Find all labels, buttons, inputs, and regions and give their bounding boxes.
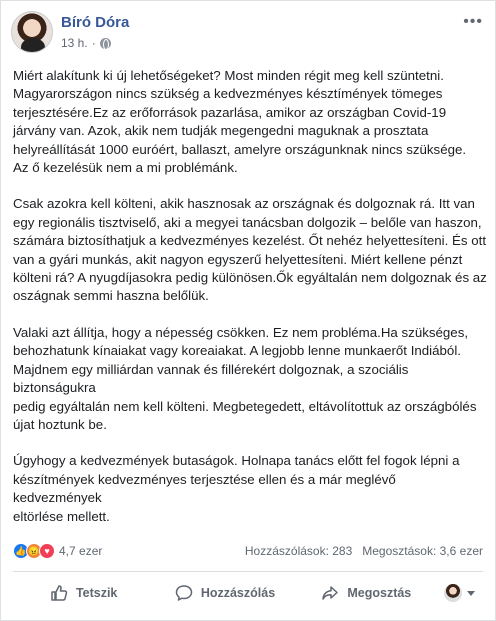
ellipsis-icon[interactable]: ••• (463, 13, 483, 31)
comment-label: Hozzászólás (200, 586, 276, 600)
comment-button[interactable]: Hozzászólás (154, 577, 295, 609)
shares-count[interactable]: Megosztások: 3,6 ezer (362, 544, 483, 558)
post-paragraph-2: Csak azokra kell költeni, akik hasznosak… (13, 196, 487, 304)
chevron-down-icon (467, 590, 476, 596)
action-bar: Tetszik Hozzászólás Megosztás (13, 575, 483, 611)
post-card: Bíró Dóra 13 h. · ••• Miért alakítunk ki… (0, 0, 496, 621)
share-button[interactable]: Megosztás (296, 577, 437, 609)
share-icon (322, 586, 339, 600)
post-paragraph-4: Úgyhogy a kedvezmények butaságok. Holnap… (13, 453, 460, 524)
post-time[interactable]: 13 h. (61, 36, 88, 50)
author-avatar[interactable] (11, 11, 53, 53)
stats-right: Hozzászólások: 283 Megosztások: 3,6 ezer (245, 544, 483, 558)
sep-dot: · (91, 36, 96, 50)
post-stats: 👍 😠 ♥ 4,7 ezer Hozzászólások: 283 Megosz… (13, 540, 483, 562)
share-label: Megosztás (347, 586, 412, 600)
post-paragraph-3: Valaki azt állítja, hogy a népesség csök… (13, 324, 477, 432)
post-meta: 13 h. · (61, 36, 111, 50)
author-name[interactable]: Bíró Dóra (61, 14, 129, 31)
thumbs-up-icon (51, 585, 68, 601)
comments-count[interactable]: Hozzászólások: 283 (245, 544, 352, 558)
comment-icon (175, 585, 193, 601)
profile-avatar (444, 584, 463, 602)
reaction-count[interactable]: 4,7 ezer (59, 544, 102, 558)
post-paragraph-1: Miért alakítunk ki új lehetőségeket? Mos… (13, 68, 467, 176)
like-button[interactable]: Tetszik (13, 577, 154, 609)
divider (13, 571, 483, 572)
like-label: Tetszik (75, 586, 118, 600)
reaction-profile-selector[interactable] (437, 584, 483, 602)
post-header: Bíró Dóra 13 h. · ••• (11, 11, 485, 57)
reactions-summary[interactable]: 👍 😠 ♥ 4,7 ezer (13, 543, 102, 559)
love-icon: ♥ (39, 543, 55, 559)
post-body: Miért alakítunk ki új lehetőségeket? Mos… (13, 67, 487, 544)
globe-icon (99, 37, 111, 50)
